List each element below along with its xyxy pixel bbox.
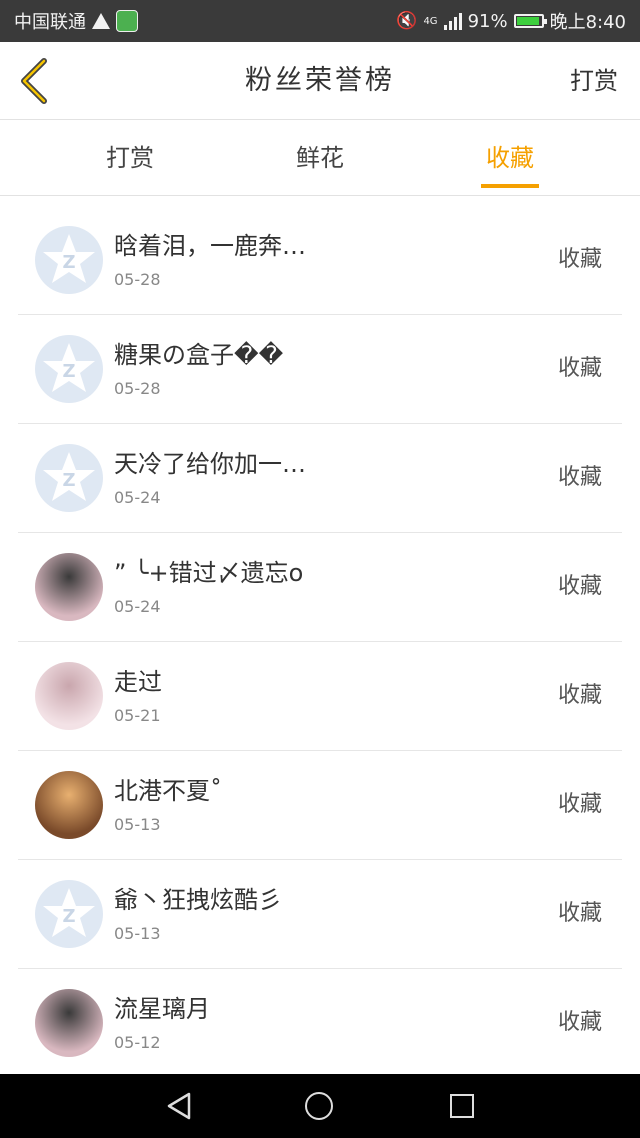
action-label: 收藏 (557, 901, 602, 926)
system-nav-bar (0, 1074, 640, 1138)
active-tab-indicator (481, 184, 539, 188)
status-bar: 中国联通 🔇 4G 91% 晚上8:40 (0, 0, 640, 42)
avatar[interactable] (35, 553, 103, 621)
list-item[interactable]: 走过 05-21 收藏 (18, 642, 622, 751)
list-item[interactable]: Z 糖果の盒子�� 05-28 收藏 (18, 315, 622, 424)
carrier-label: 中国联通 (14, 12, 86, 33)
svg-text:Z: Z (62, 361, 75, 382)
avatar[interactable] (35, 662, 103, 730)
action-label: 收藏 (557, 683, 602, 708)
reward-button[interactable]: 打赏 (570, 42, 618, 120)
item-date: 05-21 (114, 706, 161, 725)
user-name: 晗着泪，一鹿奔… (114, 232, 306, 260)
tab-flowers[interactable]: 鲜花 (260, 120, 380, 196)
list-item[interactable]: 流星璃月 05-12 收藏 (18, 969, 622, 1078)
list-item[interactable]: ” ╰+错过〆遗忘o 05-24 收藏 (18, 533, 622, 642)
action-label: 收藏 (557, 574, 602, 599)
nav-back-icon[interactable] (165, 1092, 193, 1120)
tab-reward[interactable]: 打赏 (70, 120, 190, 196)
action-label: 收藏 (557, 356, 602, 381)
avatar[interactable] (35, 771, 103, 839)
list-item[interactable]: Z 爺丶狂拽炫酷彡 05-13 收藏 (18, 860, 622, 969)
action-label: 收藏 (557, 1010, 602, 1035)
item-date: 05-12 (114, 1033, 161, 1052)
signal-icon (443, 12, 462, 30)
user-name: 走过 (114, 668, 162, 696)
user-name: 爺丶狂拽炫酷彡 (114, 886, 282, 914)
default-avatar-icon[interactable]: Z (35, 335, 103, 403)
user-name: ” ╰+错过〆遗忘o (114, 559, 304, 587)
nav-home-icon[interactable] (305, 1092, 333, 1120)
item-date: 05-24 (114, 488, 161, 507)
default-avatar-icon[interactable]: Z (35, 444, 103, 512)
user-name: 流星璃月 (114, 995, 210, 1023)
app-header: 粉丝荣誉榜 打赏 (0, 42, 640, 120)
default-avatar-icon[interactable]: Z (35, 226, 103, 294)
list-item[interactable]: Z 晗着泪，一鹿奔… 05-28 收藏 (18, 206, 622, 315)
item-date: 05-28 (114, 379, 161, 398)
item-date: 05-28 (114, 270, 161, 289)
nav-recent-apps-icon[interactable] (450, 1094, 474, 1118)
user-name: 北港不夏˚ (114, 777, 222, 805)
tab-bar: 打赏 鲜花 收藏 (0, 120, 640, 196)
fan-list: Z 晗着泪，一鹿奔… 05-28 收藏 Z 糖果の盒子�� 05-28 收藏 Z 天冷了给你加一…… (18, 206, 622, 1078)
svg-text:Z: Z (62, 470, 75, 491)
app-notification-icon (116, 10, 138, 32)
default-avatar-icon[interactable]: Z (35, 880, 103, 948)
clock: 晚上8:40 (549, 12, 626, 33)
item-date: 05-24 (114, 597, 161, 616)
action-label: 收藏 (557, 792, 602, 817)
warning-icon (92, 13, 110, 29)
battery-percent: 91% (467, 10, 508, 32)
list-item[interactable]: 北港不夏˚ 05-13 收藏 (18, 751, 622, 860)
list-item[interactable]: Z 天冷了给你加一… 05-24 收藏 (18, 424, 622, 533)
page-title: 粉丝荣誉榜 (245, 65, 395, 96)
mute-icon: 🔇 (396, 11, 418, 31)
action-label: 收藏 (557, 465, 602, 490)
action-label: 收藏 (557, 247, 602, 272)
network-type-label: 4G (423, 15, 438, 27)
avatar[interactable] (35, 989, 103, 1057)
user-name: 糖果の盒子�� (114, 341, 284, 369)
item-date: 05-13 (114, 815, 161, 834)
battery-icon (513, 14, 547, 28)
user-name: 天冷了给你加一… (114, 450, 306, 478)
item-date: 05-13 (114, 924, 161, 943)
svg-text:Z: Z (62, 252, 75, 273)
svg-text:Z: Z (62, 906, 75, 927)
